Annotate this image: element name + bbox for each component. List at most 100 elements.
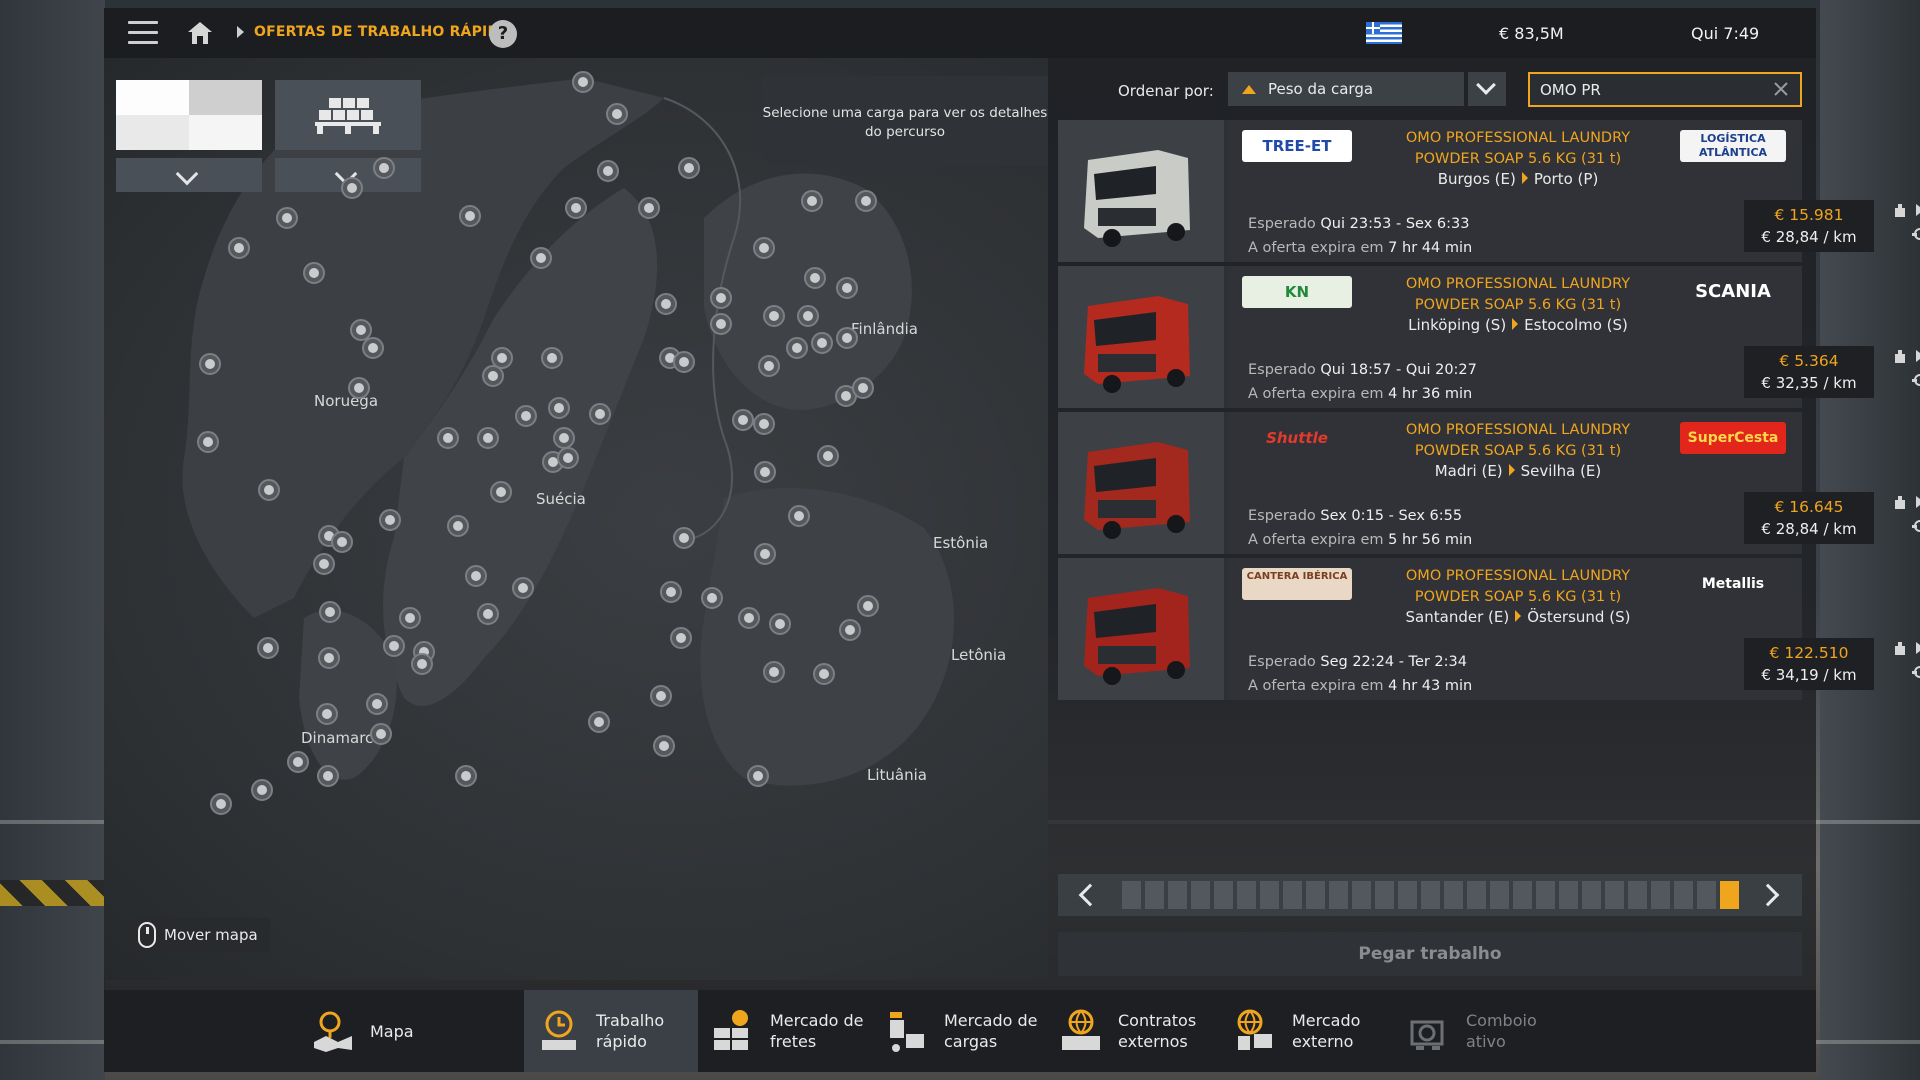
city-marker[interactable] [313,553,335,575]
job-offer-card[interactable]: CANTERA IBÉRICA OMO PROFESSIONAL LAUNDRY… [1058,558,1920,700]
page-indicator[interactable] [1720,881,1739,909]
city-marker[interactable] [738,607,760,629]
city-marker[interactable] [753,413,775,435]
city-marker[interactable] [316,703,338,725]
menu-icon[interactable] [128,21,158,45]
city-marker[interactable] [515,405,537,427]
city-marker[interactable] [541,347,563,369]
city-marker[interactable] [477,603,499,625]
route-map[interactable]: Selecione uma carga para ver os detalhes… [104,58,1048,980]
page-indicator[interactable] [1582,881,1601,909]
page-indicator[interactable] [1145,881,1164,909]
city-marker[interactable] [650,685,672,707]
city-marker[interactable] [303,262,325,284]
city-marker[interactable] [251,779,273,801]
city-marker[interactable] [210,793,232,815]
page-indicator[interactable] [1283,881,1302,909]
city-marker[interactable] [836,327,858,349]
city-marker[interactable] [465,565,487,587]
help-icon[interactable]: ? [489,20,517,48]
job-offer-card[interactable]: KN OMO PROFESSIONAL LAUNDRY POWDER SOAP … [1058,266,1920,408]
page-indicator[interactable] [1398,881,1417,909]
city-marker[interactable] [732,409,754,431]
city-marker[interactable] [379,509,401,531]
city-marker[interactable] [370,723,392,745]
city-marker[interactable] [638,197,660,219]
city-marker[interactable] [459,205,481,227]
city-marker[interactable] [366,693,388,715]
city-marker[interactable] [318,647,340,669]
clear-search-icon[interactable] [1772,80,1790,98]
sort-select[interactable]: Peso da carga [1228,72,1464,106]
city-marker[interactable] [839,619,861,641]
city-marker[interactable] [512,577,534,599]
city-marker[interactable] [710,287,732,309]
city-marker[interactable] [362,337,384,359]
city-marker[interactable] [857,595,879,617]
city-marker[interactable] [753,237,775,259]
city-marker[interactable] [588,711,610,733]
city-marker[interactable] [348,377,370,399]
city-marker[interactable] [477,427,499,449]
city-marker[interactable] [228,237,250,259]
page-indicator[interactable] [1697,881,1716,909]
page-indicator[interactable] [1628,881,1647,909]
city-marker[interactable] [801,190,823,212]
city-marker[interactable] [653,735,675,757]
city-marker[interactable] [331,531,353,553]
cargo-layer-button[interactable] [275,80,421,150]
city-marker[interactable] [565,197,587,219]
city-marker[interactable] [455,765,477,787]
page-indicator[interactable] [1237,881,1256,909]
city-marker[interactable] [341,177,363,199]
page-indicator[interactable] [1214,881,1233,909]
city-marker[interactable] [553,427,575,449]
nav-quick-job[interactable]: Trabalho rápido [524,990,698,1072]
page-indicator[interactable] [1260,881,1279,909]
city-marker[interactable] [197,431,219,453]
city-marker[interactable] [572,71,594,93]
page-indicator[interactable] [1329,881,1348,909]
page-indicator[interactable] [1352,881,1371,909]
city-marker[interactable] [747,765,769,787]
map-layer-dropdown[interactable] [116,158,262,192]
city-marker[interactable] [373,157,395,179]
job-offer-card[interactable]: TREE-ET OMO PROFESSIONAL LAUNDRY POWDER … [1058,120,1920,262]
city-marker[interactable] [701,587,723,609]
city-marker[interactable] [606,103,628,125]
map-layer-thumbnail[interactable] [116,80,262,150]
page-indicator[interactable] [1559,881,1578,909]
city-marker[interactable] [276,207,298,229]
city-marker[interactable] [817,445,839,467]
nav-cargo-market[interactable]: Mercado de cargas [872,990,1046,1072]
city-marker[interactable] [257,637,279,659]
page-indicator[interactable] [1122,881,1141,909]
nav-freight-market[interactable]: Mercado de fretes [698,990,872,1072]
page-indicator[interactable] [1306,881,1325,909]
sort-dropdown-button[interactable] [1468,72,1506,106]
city-marker[interactable] [769,613,791,635]
city-marker[interactable] [548,397,570,419]
city-marker[interactable] [490,481,512,503]
take-job-button[interactable]: Pegar trabalho [1058,932,1802,976]
city-marker[interactable] [813,663,835,685]
city-marker[interactable] [786,337,808,359]
search-input[interactable] [1528,72,1802,107]
city-marker[interactable] [589,403,611,425]
city-marker[interactable] [482,365,504,387]
job-offer-card[interactable]: Shuttle OMO PROFESSIONAL LAUNDRY POWDER … [1058,412,1920,554]
nav-external-contracts[interactable]: Contratos externos [1046,990,1220,1072]
city-marker[interactable] [758,355,780,377]
city-marker[interactable] [797,305,819,327]
page-indicator[interactable] [1674,881,1693,909]
city-marker[interactable] [530,247,552,269]
city-marker[interactable] [317,765,339,787]
city-marker[interactable] [763,305,785,327]
city-marker[interactable] [754,461,776,483]
city-marker[interactable] [788,505,810,527]
city-marker[interactable] [836,277,858,299]
home-icon[interactable] [186,20,214,46]
nav-external-market[interactable]: Mercado externo [1220,990,1394,1072]
page-indicator[interactable] [1421,881,1440,909]
page-indicator[interactable] [1191,881,1210,909]
